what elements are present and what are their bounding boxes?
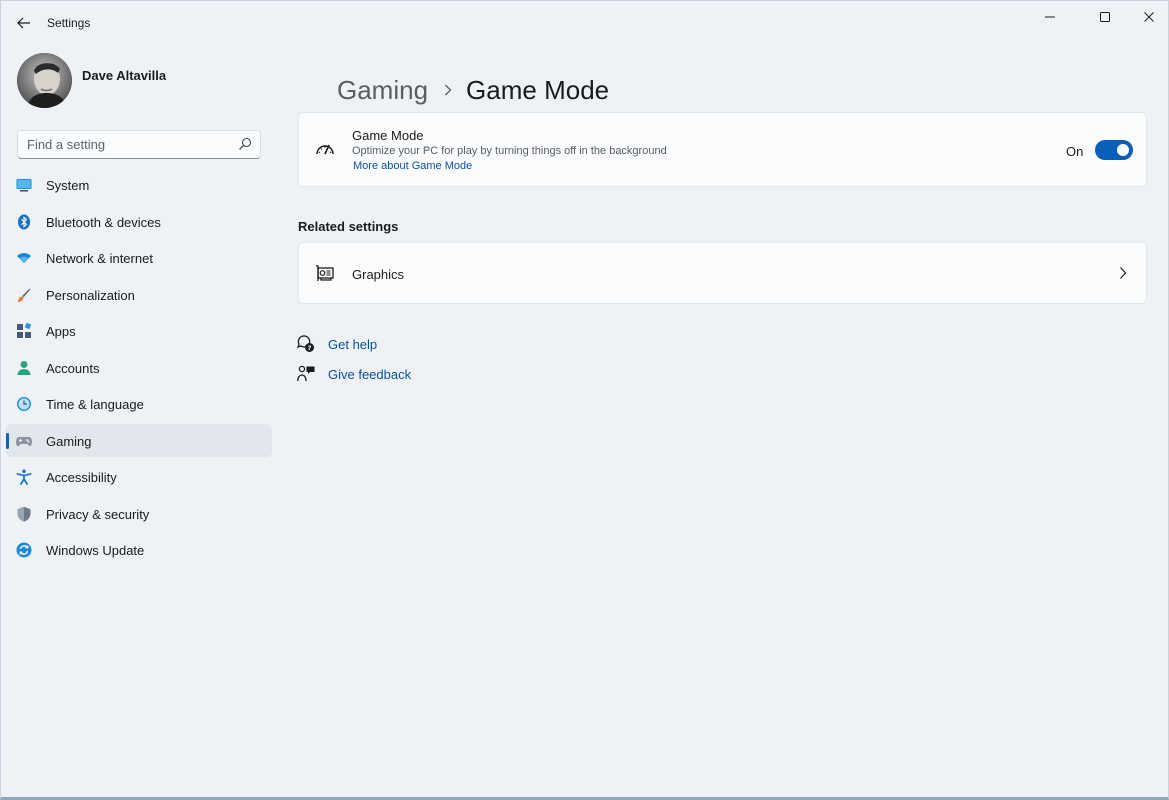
settings-window: Settings Dave Altavilla Find a setting S… xyxy=(0,0,1169,800)
minimize-icon xyxy=(1045,16,1055,18)
back-button[interactable] xyxy=(9,9,39,37)
person-icon xyxy=(17,360,31,375)
sidebar-item-label: Gaming xyxy=(46,433,92,449)
sidebar-item-label: Personalization xyxy=(46,287,135,303)
game-mode-title: Game Mode xyxy=(352,128,424,143)
graphics-card-icon xyxy=(316,265,334,281)
sidebar-item-gaming[interactable]: Gaming xyxy=(6,423,272,457)
sidebar-item-label: Accounts xyxy=(46,360,100,376)
maximize-icon xyxy=(1100,12,1110,22)
app-title: Settings xyxy=(47,16,91,30)
more-about-game-mode-link[interactable]: More about Game Mode xyxy=(353,160,472,172)
help-icon: ? xyxy=(297,335,314,352)
sidebar-item-label: Apps xyxy=(46,324,76,339)
sidebar-item-privacy-security[interactable]: Privacy & security xyxy=(6,497,272,530)
sidebar-item-windows-update[interactable]: Windows Update xyxy=(6,533,272,566)
sidebar-item-label: System xyxy=(46,178,90,193)
back-arrow-icon xyxy=(17,17,30,29)
wifi-icon xyxy=(17,253,31,263)
graphics-card[interactable]: Graphics xyxy=(298,242,1147,304)
related-settings-heading: Related settings xyxy=(298,219,399,234)
speedometer-icon xyxy=(316,144,334,155)
avatar-photo-icon xyxy=(17,53,72,108)
sidebar-item-label: Bluetooth & devices xyxy=(46,214,161,230)
user-profile[interactable]: Dave Altavilla xyxy=(17,53,277,109)
sidebar-item-label: Windows Update xyxy=(46,543,145,558)
update-icon xyxy=(16,542,32,558)
sidebar-item-accounts[interactable]: Accounts xyxy=(6,351,272,384)
toggle-knob xyxy=(1117,144,1129,156)
feedback-icon xyxy=(297,365,315,382)
gamepad-icon xyxy=(16,436,32,446)
sidebar-item-label: Accessibility xyxy=(46,470,117,485)
game-mode-description: Optimize your PC for play by turning thi… xyxy=(352,145,667,157)
give-feedback-link[interactable]: Give feedback xyxy=(328,367,411,382)
close-button[interactable] xyxy=(1126,1,1169,33)
toggle-state-label: On xyxy=(1066,144,1084,159)
search-icon[interactable] xyxy=(238,137,252,151)
give-feedback-row[interactable]: Give feedback xyxy=(297,364,411,384)
get-help-link[interactable]: Get help xyxy=(328,337,377,352)
brush-icon xyxy=(17,288,31,302)
svg-text:?: ? xyxy=(308,344,312,352)
close-icon xyxy=(1144,12,1154,22)
sidebar-item-personalization[interactable]: Personalization xyxy=(6,278,272,311)
search-box xyxy=(17,130,261,159)
sidebar-nav: System Bluetooth & devices Network & int… xyxy=(6,168,272,570)
shield-icon xyxy=(17,506,31,522)
profile-name: Dave Altavilla xyxy=(82,68,167,83)
minimize-button[interactable] xyxy=(1027,1,1073,33)
chevron-right-icon xyxy=(444,84,452,96)
sidebar-item-label: Network & internet xyxy=(46,251,153,266)
get-help-row[interactable]: ? Get help xyxy=(297,334,377,354)
game-mode-toggle[interactable] xyxy=(1095,140,1133,160)
sidebar-item-system[interactable]: System xyxy=(6,168,272,201)
graphics-label: Graphics xyxy=(352,267,405,282)
breadcrumb: Gaming Game Mode xyxy=(337,73,609,107)
title-bar: Settings xyxy=(1,1,1168,45)
page-title: Game Mode xyxy=(466,74,610,105)
globe-clock-icon xyxy=(17,397,31,411)
sidebar-item-apps[interactable]: Apps xyxy=(6,314,272,347)
maximize-button[interactable] xyxy=(1082,1,1128,33)
sidebar-item-time-language[interactable]: Time & language xyxy=(6,387,272,420)
accessibility-icon xyxy=(16,469,32,485)
search-input[interactable] xyxy=(18,131,236,158)
sidebar-item-label: Privacy & security xyxy=(46,506,150,522)
sidebar-item-label: Time & language xyxy=(46,397,144,412)
sidebar-item-accessibility[interactable]: Accessibility xyxy=(6,460,272,493)
sidebar-item-network[interactable]: Network & internet xyxy=(6,241,272,274)
apps-icon xyxy=(17,323,32,338)
avatar xyxy=(17,53,72,108)
game-mode-card: Game Mode Optimize your PC for play by t… xyxy=(298,112,1147,187)
sidebar-item-bluetooth[interactable]: Bluetooth & devices xyxy=(6,205,272,238)
chevron-right-icon xyxy=(1120,267,1127,279)
breadcrumb-parent[interactable]: Gaming xyxy=(337,75,428,106)
monitor-icon xyxy=(16,179,32,192)
bluetooth-icon xyxy=(18,214,30,229)
